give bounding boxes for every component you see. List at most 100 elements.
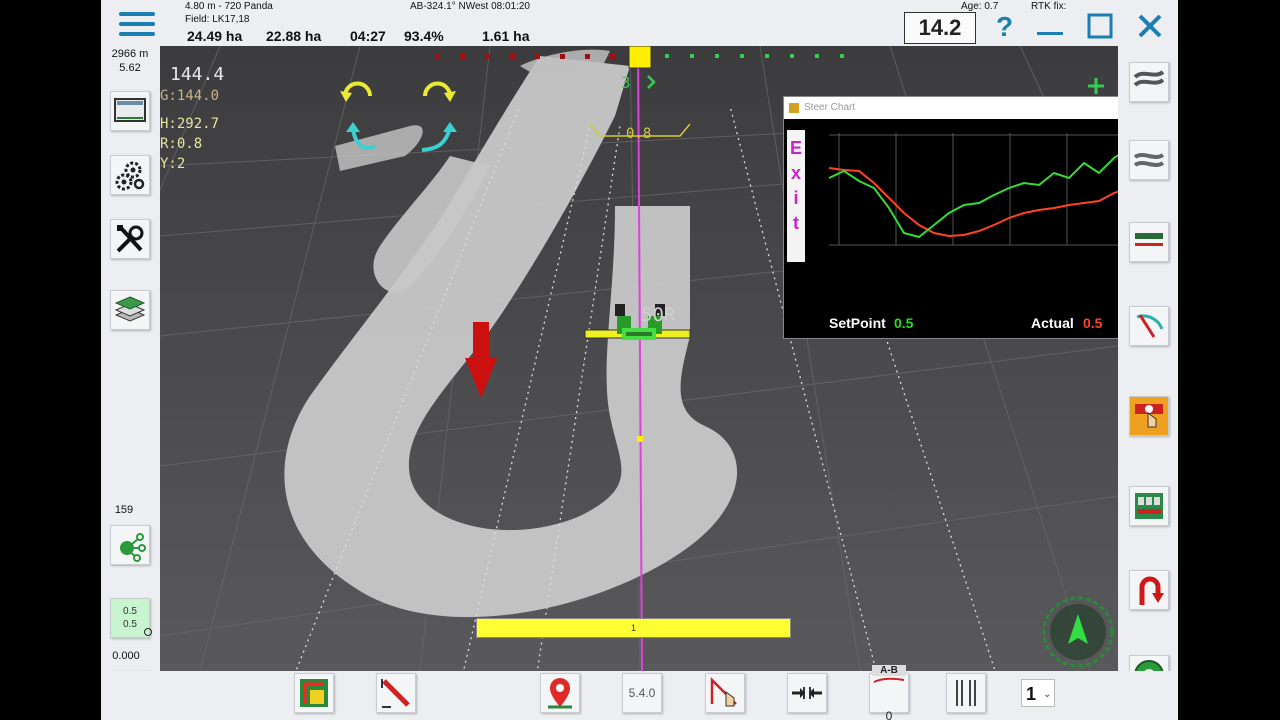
field-name: Field: LK17,18 <box>185 14 250 25</box>
actual-value: 0.5 <box>1083 315 1103 331</box>
chart-window-title: Steer Chart <box>804 102 856 113</box>
xte-readout: 0.8 <box>626 126 652 142</box>
network-icon <box>120 533 146 562</box>
area-remaining: 1.61 ha <box>482 28 530 44</box>
monitor-icon <box>114 98 146 122</box>
tramlines-icon <box>956 680 976 706</box>
tramlines-button[interactable] <box>946 673 986 713</box>
y-readout: Y:2 <box>160 156 186 172</box>
agopen-app: 4.80 m - 720 Panda Field: LK17,18 24.49 … <box>101 0 1178 720</box>
ab-draw-button[interactable] <box>376 673 416 713</box>
chart-exit-button[interactable]: E x i t <box>787 130 805 262</box>
hamburger-icon <box>119 12 155 36</box>
close-button[interactable] <box>1136 12 1164 40</box>
area-total: 24.49 ha <box>187 28 243 44</box>
field-boundary-button[interactable] <box>294 673 334 713</box>
version-button[interactable]: 5.4.0 <box>622 673 662 713</box>
ab-line-button[interactable] <box>1129 222 1169 262</box>
ab-line-icon <box>1135 233 1163 246</box>
tractor-label: 50R <box>641 304 676 326</box>
uturn-icon <box>1139 576 1164 605</box>
area-worked: 22.88 ha <box>266 28 322 44</box>
close-icon <box>1138 14 1162 38</box>
ab-label: A-B <box>872 664 906 676</box>
speed-display: 14.2 <box>904 12 976 44</box>
chevron-down-icon: ⌄ <box>1043 689 1051 699</box>
setpoint-value: 0.5 <box>894 315 914 331</box>
layers-icon <box>114 296 146 322</box>
display-button[interactable] <box>110 91 150 131</box>
work-time: 04:27 <box>350 28 386 44</box>
map-pin-icon <box>548 678 572 709</box>
implement-info: 4.80 m - 720 Panda <box>185 1 273 12</box>
touch-path-icon <box>710 676 737 707</box>
counter-readout: 159 <box>114 504 134 516</box>
steer-wizard-button[interactable] <box>110 525 150 565</box>
lane-select-value: 1 <box>1026 684 1037 704</box>
steer-chart-plot <box>828 133 1118 246</box>
exit-letter: i <box>793 188 799 208</box>
maximize-icon <box>1087 13 1113 39</box>
ab-line-info: AB-324.1° NWest 08:01:20 <box>410 1 530 12</box>
section-bar-number: 1 <box>630 623 636 633</box>
measure-line-icon <box>381 679 410 708</box>
value-readout: 5.62 <box>119 62 141 74</box>
section-bar: 1 <box>476 618 791 638</box>
ab-offset-button[interactable]: A-B 0 <box>869 664 909 720</box>
chart-titlebar: Steer Chart × <box>784 97 1118 119</box>
gears-icon <box>115 161 145 191</box>
heading-readout: 144.4 <box>170 64 225 85</box>
lane-number: 3 <box>621 73 631 92</box>
wave-lines-icon <box>1133 153 1165 167</box>
bottom-toolbar: 5.4.0 A-B 0 1 ⌄ <box>101 664 1178 720</box>
gps-age: Age: 0.7 <box>961 1 999 12</box>
distance-readout: 2966 m <box>111 48 149 60</box>
headland-button[interactable] <box>1129 62 1169 102</box>
gauge-icon <box>1136 314 1164 338</box>
minimize-icon <box>1037 32 1063 35</box>
zero-icon <box>144 628 152 636</box>
wrench-screwdriver-icon <box>116 225 144 253</box>
bottom-readout: 0.000 <box>112 650 140 662</box>
exit-letter: E <box>789 138 802 158</box>
contour-button[interactable] <box>705 673 745 713</box>
offset-top: 0.5 <box>123 606 137 617</box>
setpoint-line <box>828 154 1118 239</box>
uturn-button[interactable] <box>1129 570 1169 610</box>
setpoint-label: SetPoint <box>829 315 886 331</box>
field-layers-button[interactable] <box>110 290 150 330</box>
tools-button[interactable] <box>110 219 150 259</box>
flag-button[interactable] <box>540 673 580 713</box>
ab-value: 0 <box>885 708 893 720</box>
rtk-status: RTK fix: <box>1031 1 1067 12</box>
snap-arrows-icon <box>792 687 822 699</box>
settings-button[interactable] <box>110 155 150 195</box>
gps-heading-readout: G:144.0 <box>160 88 220 104</box>
version-label: 5.4.0 <box>628 686 656 700</box>
boundary-icon <box>300 679 328 707</box>
hand-touch-icon <box>1135 404 1163 428</box>
exit-letter: t <box>793 213 799 233</box>
actual-line <box>828 167 1118 238</box>
offset-bottom: 0.5 <box>123 619 137 630</box>
minimize-button[interactable] <box>1035 14 1065 40</box>
ab-divider-icon <box>873 677 905 683</box>
manual-sections-button[interactable] <box>1129 396 1169 436</box>
snap-button[interactable] <box>787 673 827 713</box>
maximize-button[interactable] <box>1086 12 1114 40</box>
help-button[interactable]: ? <box>996 12 1020 42</box>
actual-label: Actual <box>1031 315 1074 331</box>
exit-letter: x <box>790 163 801 183</box>
sections-icon <box>1135 493 1163 519</box>
work-percent: 93.4% <box>404 28 444 44</box>
map-viewport[interactable]: 144.4 G:144.0 H:292.7 R:0.8 Y:2 3 0.8 50… <box>160 46 1118 671</box>
curve-lines-icon <box>1133 70 1165 87</box>
roll-readout: R:0.8 <box>160 136 203 152</box>
steer-angle-button[interactable] <box>1129 306 1169 346</box>
curve-button[interactable] <box>1129 140 1169 180</box>
lane-select[interactable]: 1 ⌄ <box>1021 679 1055 707</box>
heading-h-readout: H:292.7 <box>160 116 220 132</box>
menu-button[interactable] <box>117 9 157 39</box>
auto-sections-button[interactable] <box>1129 486 1169 526</box>
steer-chart-window[interactable]: Steer Chart × E x i t SetPoint 0.5 Actua… <box>783 96 1118 339</box>
